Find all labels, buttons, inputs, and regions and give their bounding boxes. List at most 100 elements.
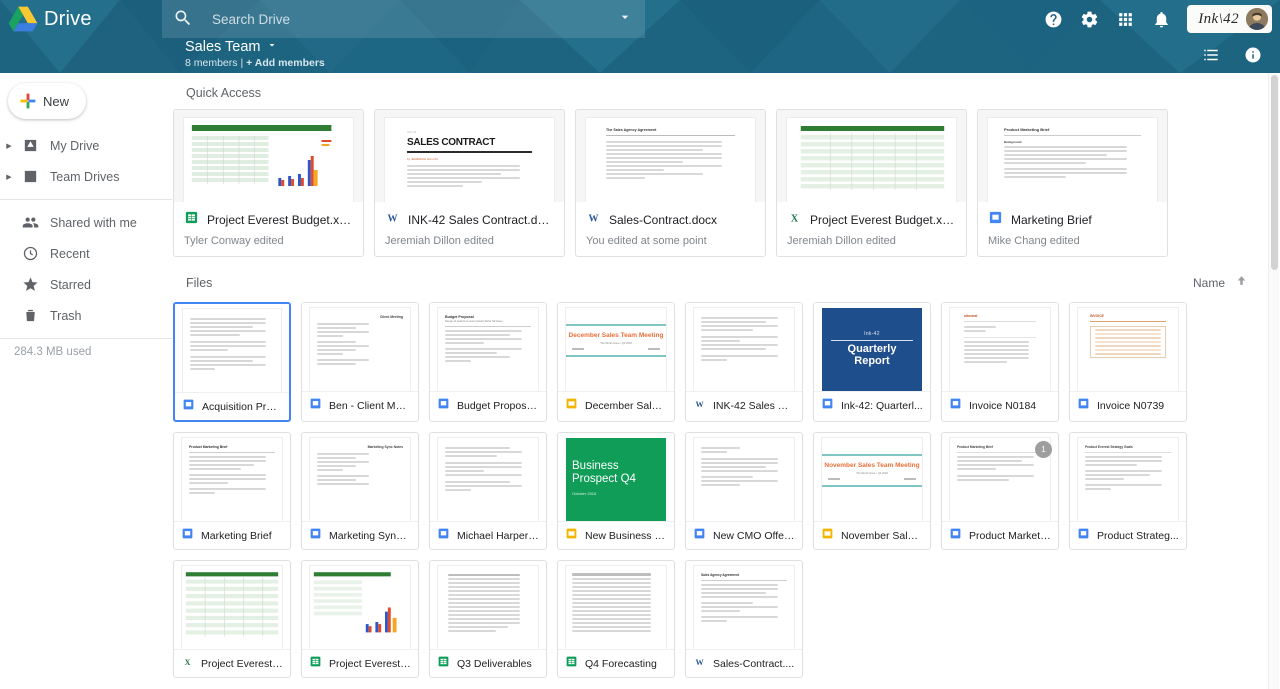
word-icon: W <box>693 655 706 673</box>
file-card[interactable]: Project Everest ... <box>301 560 419 678</box>
help-icon[interactable] <box>1036 2 1070 36</box>
arrow-up-icon[interactable] <box>1234 273 1249 293</box>
team-name-dropdown[interactable]: Sales Team <box>185 39 325 55</box>
file-card[interactable]: Q4 Forecasting <box>557 560 675 678</box>
sidebar-item-trash[interactable]: Trash <box>0 300 172 331</box>
file-name: Q3 Deliverables <box>457 658 532 670</box>
sort-control[interactable]: Name <box>1193 273 1249 293</box>
file-card[interactable]: X Project Everest ... <box>173 560 291 678</box>
sidebar-item-label: Recent <box>50 247 90 261</box>
card-thumbnail: INK-42 SALES CONTRACT by JEREMIAH DILLON <box>375 110 564 202</box>
search-icon <box>173 8 195 30</box>
docs-icon <box>1077 527 1090 545</box>
list-view-icon[interactable] <box>1194 38 1228 72</box>
file-card[interactable]: Michael Harper ... <box>429 432 547 550</box>
file-card[interactable]: Q3 Deliverables <box>429 560 547 678</box>
collaborator-avatar-badge[interactable]: 1 <box>1035 441 1052 458</box>
apps-grid-icon[interactable] <box>1108 2 1142 36</box>
word-icon: W <box>586 210 601 230</box>
user-avatar[interactable] <box>1246 8 1268 30</box>
card-thumbnail <box>777 110 966 202</box>
file-card[interactable]: Acquisition Prop... <box>173 302 291 422</box>
file-card[interactable]: Marketing Sync Notes Marketing Sync ... <box>301 432 419 550</box>
my-drive-icon <box>19 137 41 154</box>
file-card[interactable]: Business Prospect Q4 October 2018 New Bu… <box>557 432 675 550</box>
quick-access-card[interactable]: The Sales Agency Agreement W <box>575 109 766 257</box>
file-card[interactable]: Product Marketing Brief 1 Product Market… <box>941 432 1059 550</box>
search-input[interactable] <box>212 12 617 27</box>
file-card[interactable]: W INK-42 Sales Co... <box>685 302 803 422</box>
storage-used-label: 284.3 MB used <box>0 346 172 358</box>
team-drives-icon <box>19 168 41 185</box>
file-name: Ben - Client Mee... <box>329 400 411 412</box>
card-thumbnail: Product Marketing Brief <box>174 433 290 521</box>
quick-access-card[interactable]: INK-42 SALES CONTRACT by JEREMIAH DILLON <box>374 109 565 257</box>
scrollbar-thumb[interactable] <box>1271 75 1278 270</box>
new-button[interactable]: New <box>8 83 86 119</box>
file-card[interactable]: Ink-42 Quarterly Report Ink-42: Quarterl… <box>813 302 931 422</box>
file-name: Product Strateg... <box>1097 530 1179 542</box>
file-name: Marketing Brief <box>1011 213 1092 227</box>
sheets-icon <box>565 655 578 673</box>
card-thumbnail: INVOICE <box>1070 303 1186 391</box>
expand-arrow-icon[interactable]: ▶ <box>2 142 16 150</box>
card-thumbnail <box>686 303 802 391</box>
notifications-icon[interactable] <box>1144 2 1178 36</box>
user-account-chip[interactable]: Ink\42 <box>1187 5 1272 33</box>
sidebar-item-label: Trash <box>50 309 82 323</box>
newsletter-title: November Sales Team Meeting <box>822 456 922 472</box>
vertical-scrollbar[interactable] <box>1268 73 1279 689</box>
slides-icon <box>821 527 834 545</box>
file-name: Acquisition Prop... <box>202 401 282 413</box>
file-card[interactable]: Product Marketing Brief Marketing Brief <box>173 432 291 550</box>
sidebar-item-my-drive[interactable]: ▶ My Drive <box>0 130 172 161</box>
info-icon[interactable] <box>1236 38 1270 72</box>
team-name-label: Sales Team <box>185 39 261 55</box>
file-card[interactable]: Product Everest Strategy Goals Product S… <box>1069 432 1187 550</box>
sidebar-divider <box>0 338 172 339</box>
card-thumbnail: Budget Proposal Scope of work for Lorem … <box>430 303 546 391</box>
drive-logo-link[interactable]: Drive <box>0 6 162 32</box>
sidebar-item-team-drives[interactable]: ▶ Team Drives <box>0 161 172 192</box>
expand-arrow-icon[interactable]: ▶ <box>2 173 16 181</box>
docs-icon <box>693 527 706 545</box>
file-name: Budget Proposal... <box>457 400 539 412</box>
quick-access-card[interactable]: Project Everest Budget.xlsx Tyler Conway… <box>173 109 364 257</box>
search-bar[interactable] <box>162 0 645 38</box>
file-card[interactable]: Budget Proposal Scope of work for Lorem … <box>429 302 547 422</box>
top-header: Drive <box>0 0 1280 73</box>
file-card[interactable]: Client Meeting Ben - Client Mee... <box>301 302 419 422</box>
docs-icon <box>988 210 1003 230</box>
sidebar-item-label: My Drive <box>50 139 99 153</box>
file-name: Invoice N0184 <box>969 400 1036 412</box>
search-options-chevron-down-icon[interactable] <box>617 9 633 30</box>
slide-title: Quarterly Report <box>831 344 913 367</box>
files-grid: Acquisition Prop... Client Meeting Ben <box>172 293 1267 678</box>
file-card[interactable]: New CMO Offer ... <box>685 432 803 550</box>
file-subtitle: Jeremiah Dillon edited <box>385 235 554 247</box>
file-card[interactable]: Sales Agency Agreement W Sales-Contract.… <box>685 560 803 678</box>
file-card[interactable]: altostrat Invoice N0184 <box>941 302 1059 422</box>
sidebar-item-label: Starred <box>50 278 91 292</box>
sidebar-item-starred[interactable]: Starred <box>0 269 172 300</box>
sidebar-item-recent[interactable]: Recent <box>0 238 172 269</box>
members-separator: | <box>240 57 243 69</box>
quick-access-card[interactable]: X Project Everest Budget.xlsx Jeremiah D… <box>776 109 967 257</box>
card-thumbnail <box>174 110 363 202</box>
file-name: Marketing Sync ... <box>329 530 411 542</box>
quick-access-card[interactable]: Product Marketing Brief Background <box>977 109 1168 257</box>
sidebar-item-shared-with-me[interactable]: Shared with me <box>0 207 172 238</box>
file-card[interactable]: November Sales Team Meeting The Month Is… <box>813 432 931 550</box>
card-thumbnail <box>558 561 674 649</box>
docs-icon <box>437 397 450 415</box>
file-card[interactable]: INVOICE I <box>1069 302 1187 422</box>
sheets-icon <box>309 655 322 673</box>
add-members-link[interactable]: + Add members <box>246 57 325 69</box>
settings-icon[interactable] <box>1072 2 1106 36</box>
card-thumbnail: Client Meeting <box>302 303 418 391</box>
file-card[interactable]: December Sales Team Meeting The Month Is… <box>557 302 675 422</box>
file-name: November Sales... <box>841 530 923 542</box>
plus-icon <box>20 93 36 109</box>
card-thumbnail <box>175 304 289 392</box>
user-chip-label: Ink\42 <box>1198 11 1239 28</box>
